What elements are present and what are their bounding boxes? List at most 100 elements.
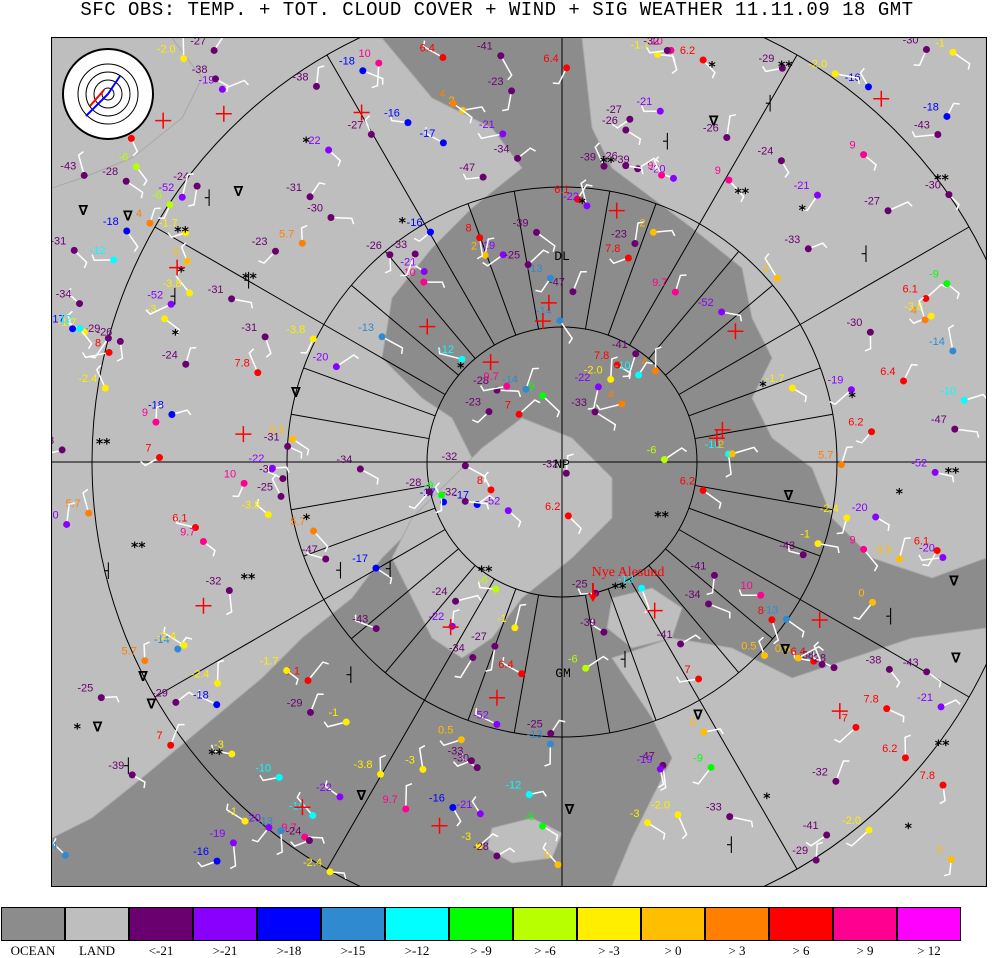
north-pole-label: NP [554,457,570,472]
cloud-cover-icon [726,813,734,821]
temperature-label: 8 [477,475,483,487]
station-plot: 10 [738,580,765,599]
sig-weather-icon: ∇ [234,184,244,200]
temperature-label: -27 [190,38,206,47]
weather-map[interactable]: -52-32-22-21-20-19-18-17-16-14-13-10-2.0… [51,37,987,887]
cloud-cover-icon [479,173,487,181]
temperature-label: -21 [456,799,472,811]
wind-barb-icon [276,830,283,856]
station-plot: -43 [779,540,807,559]
wind-barb-icon [418,744,426,770]
temperature-label: -2.0 [651,800,670,812]
cloud-cover-icon [284,442,292,450]
cloud-cover-icon [265,824,273,832]
cloud-cover-icon [325,146,333,154]
sig-weather-icon: ** [241,571,256,587]
temperature-label: 9.7 [483,371,498,383]
temperature-label: 7 [684,664,690,676]
temperature-label: -34 [56,289,72,301]
meridian-line [384,251,476,359]
cloud-cover-icon [728,450,736,458]
cloud-cover-icon [493,720,501,728]
temperature-label: -22 [428,611,444,623]
temperature-label: 7 [842,712,848,724]
temperature-label: -31 [286,182,302,194]
plus-icon [431,817,448,834]
sig-weather-icon: ** [934,173,949,189]
temperature-label: -19 [827,375,843,387]
legend-swatch [769,907,833,941]
cloud-cover-icon [439,54,447,62]
cloud-cover-icon [547,729,555,737]
cloud-cover-icon [336,793,344,801]
station-plot: 2 [639,217,676,237]
temperature-label: -2.4 [157,630,176,642]
station-plot: -12 [505,779,547,798]
temperature-label: 5.7 [122,646,137,658]
cloud-cover-icon [699,486,707,494]
cloud-cover-icon [228,750,236,758]
station-plot: 7 [505,399,541,418]
temperature-label: -21 [917,692,933,704]
cloud-cover-icon [607,375,615,383]
cloud-cover-icon [104,334,112,342]
legend-label: <-21 [148,943,174,958]
temperature-label: -16 [384,108,400,120]
cloud-cover-icon [152,418,160,426]
temperature-label: -30 [903,38,919,47]
temperature-label: -47 [302,544,318,556]
temperature-label: -28 [102,166,118,178]
legend-swatch [193,907,257,941]
cloud-cover-icon [264,511,272,519]
cloud-cover-icon [669,174,677,182]
temperature-label: -34 [685,589,701,601]
sig-weather-icon: ∇ [565,802,575,818]
cloud-cover-icon [511,624,519,632]
cloud-cover-icon [814,191,822,199]
legend-swatch [513,907,577,941]
cloud-cover-icon [872,513,880,521]
sig-weather-icon: ** [478,564,493,580]
cloud-cover-icon [452,597,460,605]
cloud-cover-icon [469,654,477,662]
station-plot: 6.2 [680,475,722,510]
temperature-label: -33 [391,239,407,251]
legend-label: >-15 [340,943,366,958]
temperature-label: -38 [192,64,208,76]
plus-icon [488,689,505,706]
wind-barb-icon [307,661,329,681]
temperature-label: -20 [852,502,868,514]
sig-weather-icon: ** [131,540,146,556]
color-legend: OCEAN LAND <-21 >-21 >-18 >-15 >-12 > -9 > -6 > -… [0,907,994,958]
cloud-cover-icon [491,642,499,650]
temperature-label: 4 [911,305,917,317]
temperature-label: -38 [865,654,881,666]
cloud-cover-icon [860,151,868,159]
cloud-cover-icon [582,664,590,672]
temperature-label: -25 [572,578,588,590]
temperature-label: 9.7 [652,277,667,289]
cloud-cover-icon [178,193,186,201]
wind-barb-icon [514,603,527,628]
temperature-label: -52 [911,457,927,469]
wind-barb-icon [708,603,731,619]
station-plot: -3.8 [354,754,387,778]
temperature-label: 9.7 [180,527,195,539]
station-plot: 7.8 [605,243,632,265]
cloud-cover-icon [305,836,313,844]
meridian-line [694,484,833,511]
sig-weather-icon: ** [96,436,111,452]
cloud-cover-icon [377,770,385,778]
cloud-cover-icon [939,781,947,789]
temperature-label: 6.1 [903,283,918,295]
temperature-label: 4 [439,88,445,100]
temperature-label: 2 [763,263,769,275]
cloud-cover-icon [864,83,872,91]
temperature-label: -14 [52,840,57,852]
temperature-label: -2.0 [157,44,176,56]
sig-weather-icon: ** [654,510,669,526]
sig-weather-icon: ∇ [147,697,157,713]
temperature-label: -32 [812,766,828,778]
cloud-cover-icon [229,839,237,847]
cloud-cover-icon [322,555,330,563]
